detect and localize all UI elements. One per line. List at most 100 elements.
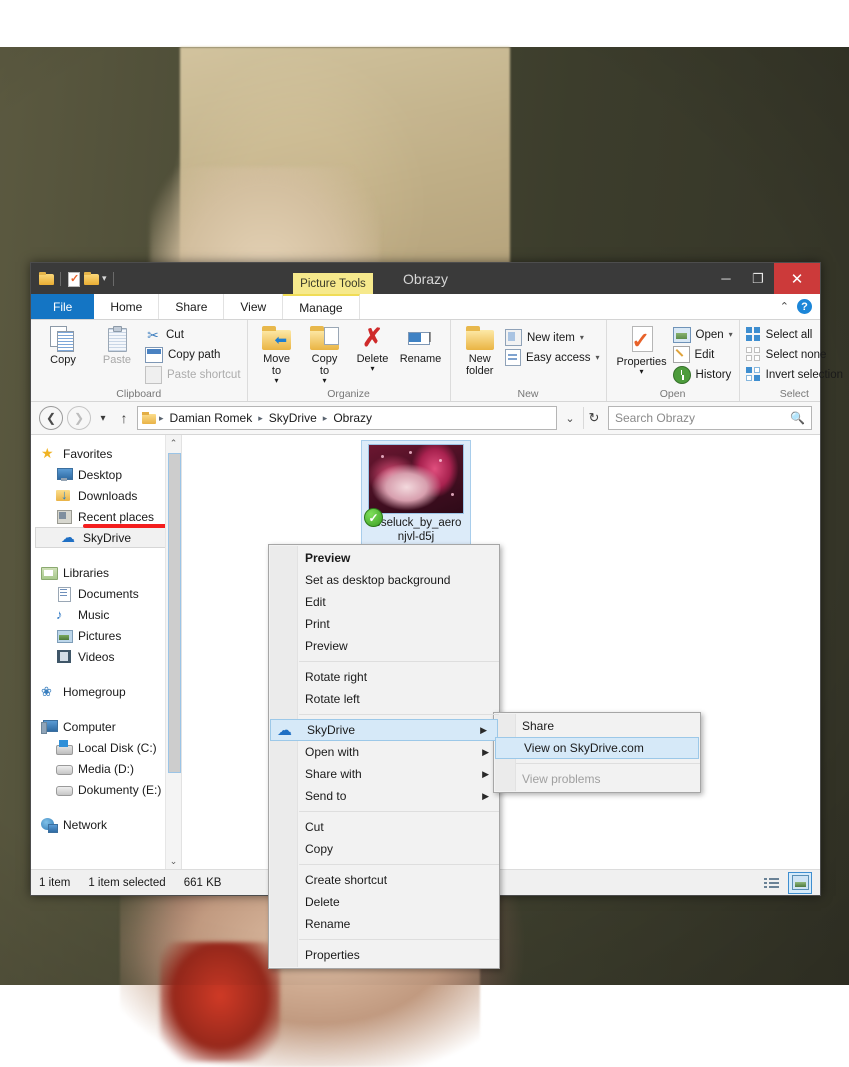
sidebar-section-favorites[interactable]: ★ Favorites xyxy=(31,443,181,464)
recent-locations-caret-icon[interactable]: ▾ xyxy=(95,413,111,424)
submenu-item-share[interactable]: Share xyxy=(494,715,700,737)
context-menu-item-rotate-left[interactable]: Rotate left xyxy=(269,688,499,710)
navigation-scrollbar[interactable]: ⌃ ⌄ xyxy=(165,435,181,869)
context-menu-item-send-to[interactable]: Send to ▶ xyxy=(269,785,499,807)
scroll-up-arrow-icon[interactable]: ⌃ xyxy=(166,435,181,451)
breadcrumb-separator-0[interactable]: ▸ xyxy=(159,413,164,424)
breadcrumb-item-2[interactable]: Obrazy xyxy=(330,411,375,425)
new-item-button[interactable]: New item ▾ xyxy=(504,329,600,346)
properties-icon[interactable] xyxy=(67,271,81,287)
breadcrumb[interactable]: ▸ Damian Romek ▸ SkyDrive ▸ Obrazy xyxy=(137,406,557,430)
properties-caret-icon[interactable]: ▾ xyxy=(640,368,644,376)
copy-path-button[interactable]: Copy path xyxy=(145,346,241,363)
context-menu-item-rename[interactable]: Rename xyxy=(269,913,499,935)
collapse-ribbon-icon[interactable]: ⌃ xyxy=(780,300,789,313)
back-button[interactable]: ❮ xyxy=(39,406,63,430)
open-caret-icon[interactable]: ▾ xyxy=(729,330,733,339)
context-menu-item-copy[interactable]: Copy xyxy=(269,838,499,860)
scrollbar-thumb[interactable] xyxy=(168,453,181,773)
context-menu-item-rotate-right[interactable]: Rotate right xyxy=(269,666,499,688)
tab-view[interactable]: View xyxy=(224,294,284,319)
address-dropdown-icon[interactable]: ⌄ xyxy=(561,412,579,425)
properties-button[interactable]: ✓ Properties ▾ xyxy=(613,323,671,376)
forward-button[interactable]: ❯ xyxy=(67,406,91,430)
history-button[interactable]: History xyxy=(672,365,733,384)
help-icon[interactable]: ? xyxy=(797,299,812,314)
invert-selection-button[interactable]: Invert selection xyxy=(745,366,843,383)
select-all-button[interactable]: Select all xyxy=(745,326,843,343)
scroll-down-arrow-icon[interactable]: ⌄ xyxy=(166,853,181,869)
sidebar-item-dokumenty-e[interactable]: Dokumenty (E:) xyxy=(31,779,181,800)
breadcrumb-separator-2[interactable]: ▸ xyxy=(323,413,328,424)
breadcrumb-separator-1[interactable]: ▸ xyxy=(258,413,263,424)
details-view-button[interactable] xyxy=(760,873,782,893)
tab-home[interactable]: Home xyxy=(94,294,160,319)
select-none-button[interactable]: Select none xyxy=(745,346,843,363)
refresh-icon[interactable]: ↻ xyxy=(583,407,604,429)
context-menu-item-preview[interactable]: Preview xyxy=(269,547,499,569)
submenu-item-view-problems[interactable]: View problems xyxy=(494,768,700,790)
sidebar-item-videos[interactable]: Videos xyxy=(31,646,181,667)
breadcrumb-item-1[interactable]: SkyDrive xyxy=(266,411,320,425)
context-menu-item-properties[interactable]: Properties xyxy=(269,944,499,966)
copy-to-caret-icon[interactable]: ▾ xyxy=(323,377,327,385)
context-menu-item-share-with[interactable]: Share with ▶ xyxy=(269,763,499,785)
context-menu-item-create-shortcut[interactable]: Create shortcut xyxy=(269,869,499,891)
minimize-button[interactable]: ─ xyxy=(710,263,742,294)
folder-icon[interactable] xyxy=(39,272,54,285)
cut-button[interactable]: ✂ Cut xyxy=(145,326,241,343)
maximize-button[interactable]: ❐ xyxy=(742,263,774,294)
sidebar-item-desktop[interactable]: Desktop xyxy=(31,464,181,485)
sidebar-item-music[interactable]: ♪ Music xyxy=(31,604,181,625)
file-thumbnail[interactable] xyxy=(368,444,464,514)
sidebar-item-network[interactable]: Network xyxy=(31,814,181,835)
sidebar-item-pictures[interactable]: Pictures xyxy=(31,625,181,646)
open-button[interactable]: Open ▾ xyxy=(672,326,733,343)
context-menu-item-set-as-desktop-background[interactable]: Set as desktop background xyxy=(269,569,499,591)
sidebar-item-documents[interactable]: Documents xyxy=(31,583,181,604)
context-menu-item-skydrive[interactable]: ☁ SkyDrive ▶ xyxy=(270,719,498,741)
delete-button[interactable]: ✗ Delete ▾ xyxy=(350,323,396,373)
context-menu-item-print[interactable]: Print xyxy=(269,613,499,635)
context-menu-item-preview-2[interactable]: Preview xyxy=(269,635,499,657)
file-item[interactable]: ✓ roseluck_by_aero njvl-d5j xyxy=(361,440,471,548)
up-button[interactable]: ↑ xyxy=(115,410,133,426)
sidebar-item-media-d[interactable]: Media (D:) xyxy=(31,758,181,779)
context-menu-item-delete[interactable]: Delete xyxy=(269,891,499,913)
copy-to-button[interactable]: Copy to ▾ xyxy=(302,323,348,385)
move-to-caret-icon[interactable]: ▾ xyxy=(275,377,279,385)
breadcrumb-item-0[interactable]: Damian Romek xyxy=(167,411,256,425)
skydrive-submenu[interactable]: Share View on SkyDrive.com View problems xyxy=(493,712,701,793)
edit-button[interactable]: Edit xyxy=(672,346,733,363)
rename-button[interactable]: I Rename xyxy=(398,323,444,365)
submenu-item-view-on-skydrive[interactable]: View on SkyDrive.com xyxy=(495,737,699,759)
sidebar-item-downloads[interactable]: Downloads xyxy=(31,485,181,506)
search-input[interactable]: Search Obrazy 🔍 xyxy=(608,406,812,430)
context-menu-item-cut[interactable]: Cut xyxy=(269,816,499,838)
new-folder-button[interactable]: New folder xyxy=(457,323,503,377)
easy-access-button[interactable]: Easy access ▾ xyxy=(504,349,600,366)
sidebar-item-skydrive[interactable]: ☁ SkyDrive xyxy=(35,527,177,548)
sidebar-item-homegroup[interactable]: ❀ Homegroup xyxy=(31,681,181,702)
sidebar-section-libraries[interactable]: Libraries xyxy=(31,562,181,583)
move-to-button[interactable]: ⬅ Move to ▾ xyxy=(254,323,300,385)
quick-access-toolbar[interactable]: ▾ xyxy=(31,263,117,294)
customize-caret-icon[interactable]: ▾ xyxy=(102,274,107,283)
tab-manage[interactable]: Manage xyxy=(283,294,360,319)
context-menu-item-edit[interactable]: Edit xyxy=(269,591,499,613)
paste-button[interactable]: Paste xyxy=(91,323,143,366)
context-menu-item-open-with[interactable]: Open with ▶ xyxy=(269,741,499,763)
paste-shortcut-button[interactable]: Paste shortcut xyxy=(145,365,241,384)
large-icons-view-button[interactable] xyxy=(788,871,812,894)
new-item-caret-icon[interactable]: ▾ xyxy=(580,333,584,342)
new-folder-icon[interactable] xyxy=(84,272,99,285)
sidebar-section-computer[interactable]: Computer xyxy=(31,716,181,737)
close-button[interactable]: ✕ xyxy=(774,263,820,294)
context-menu[interactable]: Preview Set as desktop background Edit P… xyxy=(268,544,500,969)
delete-caret-icon[interactable]: ▾ xyxy=(371,365,375,373)
tab-share[interactable]: Share xyxy=(159,294,225,319)
copy-button[interactable]: Copy xyxy=(37,323,89,366)
sidebar-item-local-disk-c[interactable]: Local Disk (C:) xyxy=(31,737,181,758)
tab-file[interactable]: File xyxy=(31,294,95,319)
easy-access-caret-icon[interactable]: ▾ xyxy=(596,353,600,362)
